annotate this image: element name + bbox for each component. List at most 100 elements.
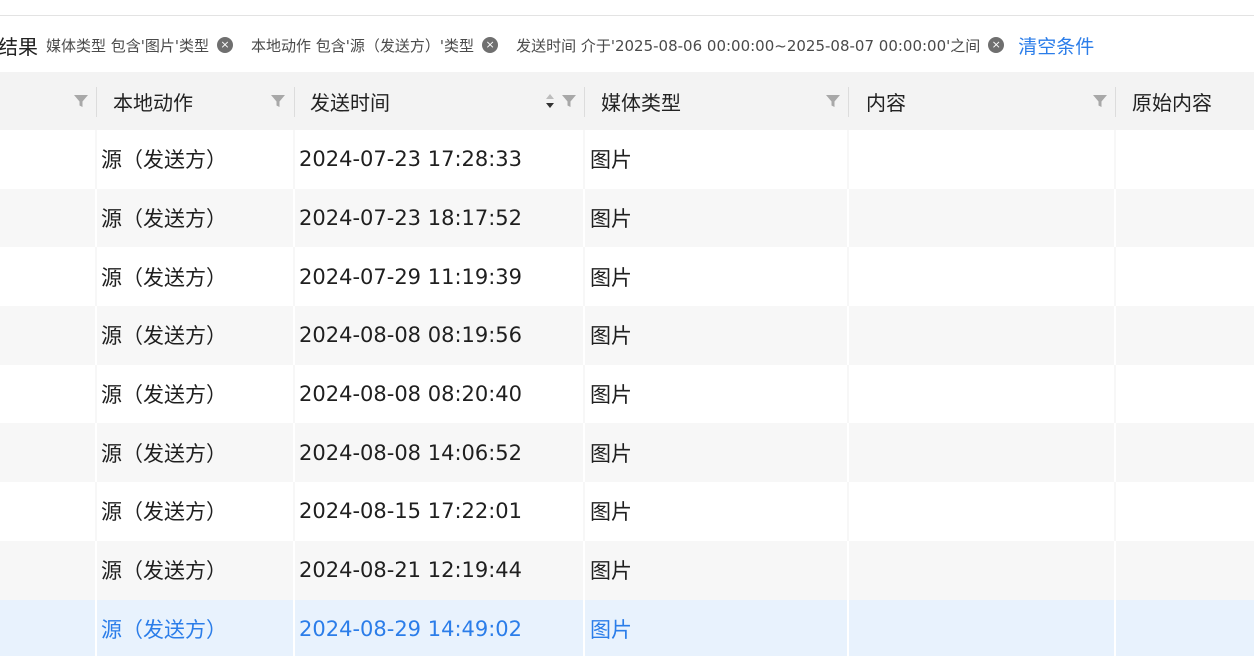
cell-media-type: 图片 [590,324,632,349]
cell-send-time: 2024-08-08 14:06:52 [299,440,523,465]
table-row[interactable]: 源（发送方） 2024-08-08 14:06:52 图片 [0,423,1254,483]
filter-chip-label: 媒体类型 包含'图片'类型 [46,36,210,55]
column-separator [95,423,97,483]
funnel-icon[interactable] [270,93,286,109]
filter-bar: 结果 媒体类型 包含'图片'类型 × 本地动作 包含'源（发送方）'类型 × 发… [0,28,1254,62]
column-separator [95,364,97,424]
cell-media-type: 图片 [590,441,632,466]
column-separator [95,247,97,307]
column-separator [293,306,295,365]
column-separator [95,599,97,656]
column-separator [847,306,849,365]
filter-chip-media-type: 媒体类型 包含'图片'类型 × [46,35,234,56]
column-separator [95,482,97,541]
column-separator [847,188,849,248]
cell-local-action: 源（发送方） [101,148,227,173]
column-separator [1114,364,1116,424]
funnel-icon[interactable] [73,93,89,109]
cell-send-time: 2024-08-08 08:19:56 [299,323,523,348]
result-page: 结果 媒体类型 包含'图片'类型 × 本地动作 包含'源（发送方）'类型 × 发… [0,0,1254,656]
cell-send-time: 2024-07-23 17:28:33 [299,147,523,172]
table-row[interactable]: 源（发送方） 2024-07-29 11:19:39 图片 [0,247,1254,307]
column-separator [293,130,295,189]
cell-local-action: 源（发送方） [101,383,227,408]
table-header: 本地动作 发送时间 媒体类型 内容 原始内容 [0,72,1254,130]
column-header-raw-content[interactable]: 原始内容 [1132,72,1212,130]
table-row[interactable]: 源（发送方） 2024-08-15 17:22:01 图片 [0,482,1254,541]
cell-send-time: 2024-07-23 18:17:52 [299,206,523,231]
cell-local-action: 源（发送方） [101,324,227,349]
cell-local-action: 源（发送方） [101,207,227,232]
column-separator [583,247,585,307]
filter-chip-send-time: 发送时间 介于'2025-08-06 00:00:00~2025-08-07 0… [516,35,1005,56]
column-separator [1114,423,1116,483]
column-separator [1114,188,1116,248]
table-row[interactable]: 源（发送方） 2024-07-23 18:17:52 图片 [0,188,1254,248]
close-circle-icon[interactable]: × [217,37,234,53]
cell-media-type: 图片 [590,617,632,642]
column-header-content[interactable]: 内容 [866,72,906,130]
column-divider [584,87,585,117]
column-separator [847,482,849,541]
cell-send-time: 2024-08-29 14:49:02 [299,616,523,641]
close-circle-icon[interactable]: × [988,37,1005,53]
clear-conditions-link[interactable]: 清空条件 [1018,32,1094,59]
filter-chip-local-action: 本地动作 包含'源（发送方）'类型 × [251,35,499,56]
column-separator [95,130,97,189]
column-separator [293,482,295,541]
results-table: 本地动作 发送时间 媒体类型 内容 原始内容 源（发送方） 2024-07-23… [0,72,1254,656]
column-separator [293,188,295,248]
cell-media-type: 图片 [590,148,632,173]
cell-local-action: 源（发送方） [101,559,227,584]
cell-send-time: 2024-08-08 08:20:40 [299,382,523,407]
column-separator [583,364,585,424]
column-separator [293,599,295,656]
column-divider [1115,87,1116,117]
column-separator [293,364,295,424]
column-separator [95,188,97,248]
column-divider [96,87,97,117]
cell-local-action: 源（发送方） [101,617,227,642]
column-header-send-time[interactable]: 发送时间 [310,72,390,130]
table-row[interactable]: 源（发送方） 2024-08-08 08:19:56 图片 [0,306,1254,365]
cell-media-type: 图片 [590,265,632,290]
column-separator [1114,247,1116,307]
cell-media-type: 图片 [590,207,632,232]
filter-chip-label: 发送时间 介于'2025-08-06 00:00:00~2025-08-07 0… [516,36,981,55]
column-separator [1114,482,1116,541]
sort-caret-icon[interactable] [545,91,555,111]
column-separator [1114,130,1116,189]
table-row[interactable]: 源（发送方） 2024-08-08 08:20:40 图片 [0,364,1254,424]
cell-send-time: 2024-08-21 12:19:44 [299,558,523,583]
filter-title: 结果 [0,34,38,59]
column-separator [583,540,585,600]
column-header-local-action[interactable]: 本地动作 [113,72,193,130]
column-separator [1114,306,1116,365]
cell-local-action: 源（发送方） [101,441,227,466]
column-separator [293,540,295,600]
column-separator [583,130,585,189]
cell-media-type: 图片 [590,559,632,584]
top-divider [0,15,1254,16]
column-separator [583,482,585,541]
column-separator [95,540,97,600]
column-separator [583,188,585,248]
table-row[interactable]: 源（发送方） 2024-08-21 12:19:44 图片 [0,540,1254,600]
funnel-icon[interactable] [561,93,577,109]
cell-send-time: 2024-08-15 17:22:01 [299,499,523,524]
column-separator [847,130,849,189]
column-separator [847,599,849,656]
column-separator [1114,599,1116,656]
column-divider [294,87,295,117]
table-row-selected[interactable]: 源（发送方） 2024-08-29 14:49:02 图片 [0,599,1254,656]
table-row[interactable]: 源（发送方） 2024-07-23 17:28:33 图片 [0,130,1254,189]
funnel-icon[interactable] [825,93,841,109]
filter-chip-label: 本地动作 包含'源（发送方）'类型 [251,36,475,55]
column-separator [583,599,585,656]
column-separator [1114,540,1116,600]
column-header-media-type[interactable]: 媒体类型 [601,72,681,130]
cell-local-action: 源（发送方） [101,265,227,290]
column-separator [583,306,585,365]
close-circle-icon[interactable]: × [482,37,499,53]
funnel-icon[interactable] [1092,93,1108,109]
